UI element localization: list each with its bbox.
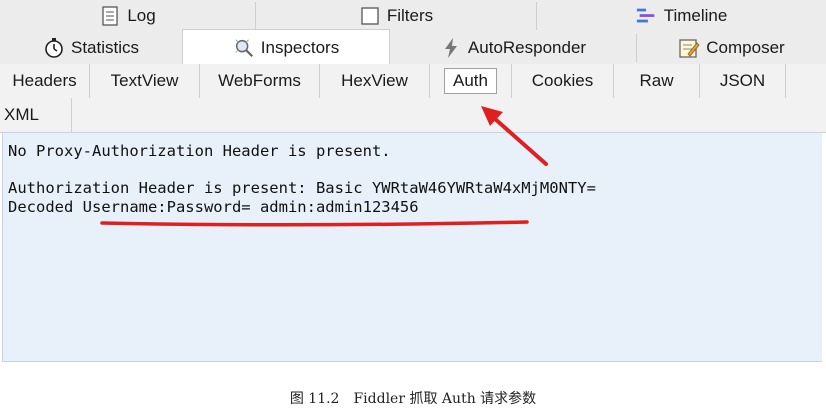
tab-composer-label: Composer [706, 38, 785, 57]
timeline-icon [636, 5, 658, 27]
proxy-auth-status: No Proxy-Authorization Header is present… [8, 142, 391, 160]
tab-inspectors[interactable]: Inspectors [182, 29, 390, 65]
subtab-hexview[interactable]: HexView [320, 64, 430, 98]
auth-inspector-panel[interactable]: No Proxy-Authorization Header is present… [2, 132, 822, 362]
subtab-textview[interactable]: TextView [90, 64, 200, 98]
subtab-headers-label: Headers [12, 71, 77, 90]
subtab-xml[interactable]: XML [0, 98, 72, 132]
subtab-auth-label: Auth [444, 68, 497, 94]
stopwatch-icon [43, 37, 65, 59]
subtab-raw[interactable]: Raw [614, 64, 700, 98]
subtab-hexview-label: HexView [341, 71, 408, 90]
tab-filters[interactable]: Filters [256, 0, 536, 32]
top-tab-row: Log Filters Timeline [0, 0, 826, 33]
subtab-json[interactable]: JSON [700, 64, 786, 98]
inspector-subtab-row: Headers TextView WebForms HexView Auth C… [0, 64, 826, 98]
tab-autoresponder[interactable]: AutoResponder [390, 32, 636, 64]
subtab-raw-label: Raw [639, 71, 674, 90]
auth-header-status: Authorization Header is present: Basic Y… [8, 179, 596, 197]
tab-inspectors-label: Inspectors [260, 37, 340, 57]
tab-autoresponder-label: AutoResponder [467, 38, 587, 57]
subtab-auth[interactable]: Auth [430, 64, 512, 98]
tab-statistics[interactable]: Statistics [0, 32, 182, 64]
subtab-cookies[interactable]: Cookies [512, 64, 614, 98]
subtab-webforms[interactable]: WebForms [200, 64, 320, 98]
tab-timeline[interactable]: Timeline [537, 0, 826, 32]
tab-timeline-label: Timeline [663, 6, 728, 25]
subtab-headers[interactable]: Headers [0, 64, 90, 98]
main-tab-row: Statistics Inspectors AutoResponder Comp… [0, 29, 826, 65]
subtab-textview-label: TextView [110, 71, 179, 90]
filters-icon [359, 5, 381, 27]
tab-filters-label: Filters [386, 6, 434, 25]
subtab-webforms-label: WebForms [218, 71, 301, 90]
figure-caption: 图 11.2 Fiddler 抓取 Auth 请求参数 [289, 391, 537, 407]
inspectors-icon [233, 37, 255, 59]
lightning-icon [440, 37, 462, 59]
subtab-xml-label: XML [4, 105, 39, 124]
log-icon [99, 5, 121, 27]
tab-log[interactable]: Log [0, 0, 255, 32]
decoded-credentials: Decoded Username:Password= admin:admin12… [8, 198, 419, 216]
subtab-json-label: JSON [719, 71, 766, 90]
tab-composer[interactable]: Composer [637, 32, 826, 64]
tab-statistics-label: Statistics [70, 38, 140, 57]
subtab-cookies-label: Cookies [531, 71, 594, 90]
composer-icon [678, 37, 700, 59]
inspector-subtab-row-2: XML [0, 98, 826, 133]
tab-log-label: Log [127, 6, 156, 25]
